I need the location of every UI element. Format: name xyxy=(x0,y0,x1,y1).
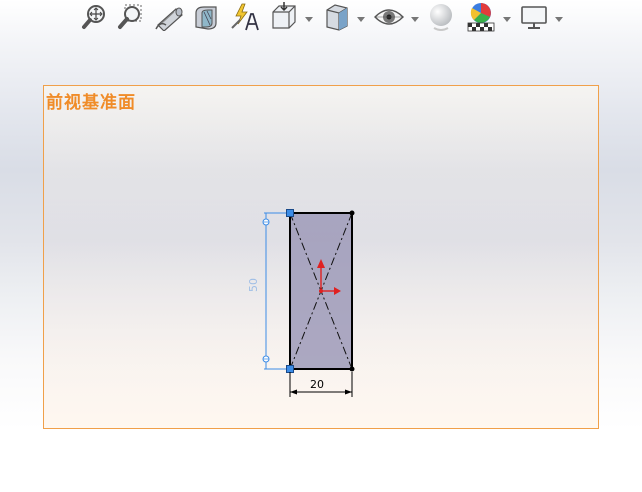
width-dimension-value[interactable]: 20 xyxy=(310,378,324,391)
sketch-point-selected[interactable] xyxy=(286,209,294,217)
sketch-point[interactable] xyxy=(349,366,355,372)
sketch-point-selected[interactable] xyxy=(286,365,294,373)
height-dimension[interactable]: 50 xyxy=(247,212,286,370)
sketch-graphics: 50 20 xyxy=(247,209,355,397)
width-dimension[interactable]: 20 xyxy=(289,372,353,397)
height-dimension-value[interactable]: 50 xyxy=(247,278,260,292)
sketch-point[interactable] xyxy=(349,210,355,216)
